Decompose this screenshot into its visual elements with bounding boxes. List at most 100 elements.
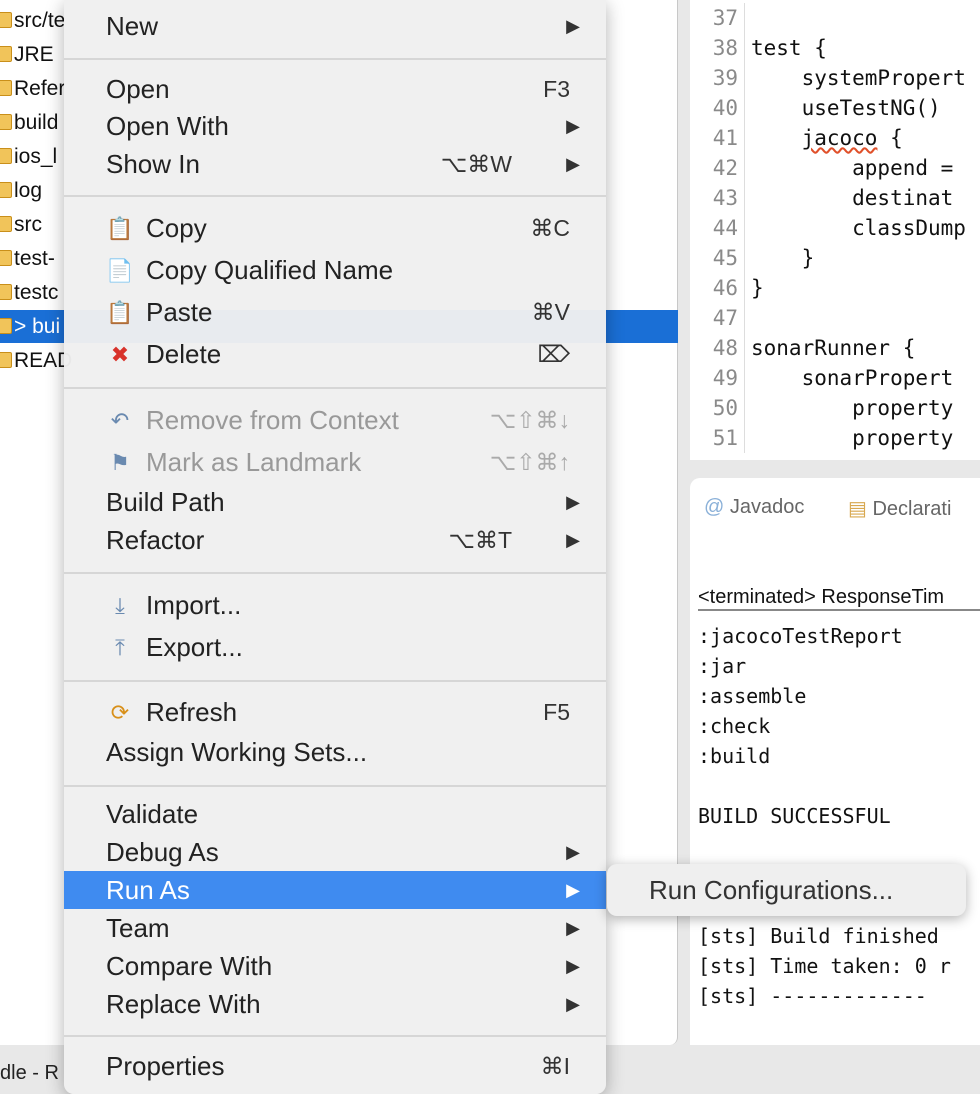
menu-item-label: Validate [106,799,199,829]
code-text: systemPropert [751,66,966,90]
menu-item-open[interactable]: Open F3 [64,70,606,108]
declaration-icon: ▤ [848,498,867,520]
copy-icon: 📋 [106,216,134,241]
console-line: :build [698,744,771,768]
menu-item-label: Team [106,913,170,943]
menu-item-label: Mark as Landmark [146,447,362,477]
shortcut-label: ⌥⌘T [448,527,512,553]
bottom-panel: @ Javadoc ▤ Declarati <terminated> Respo… [690,478,980,1045]
menu-item-compare-with[interactable]: Compare With ▶ [64,947,606,985]
menu-item-build-path[interactable]: Build Path ▶ [64,483,606,521]
menu-separator [64,58,606,60]
menu-separator [64,195,606,197]
folder-icon [0,250,12,266]
shortcut-label: ⌥⌘W [440,151,512,177]
submenu-arrow-icon: ▶ [566,994,580,1014]
landmark-icon: ⚑ [110,450,130,475]
submenu-arrow-icon: ▶ [566,530,580,550]
menu-item-label: Refresh [146,697,238,727]
shortcut-label: F5 [543,699,570,725]
line-number: 42 [690,153,745,183]
menu-item-label: Debug As [106,837,219,867]
menu-item-label: Import... [146,590,242,620]
menu-item-refresh[interactable]: ⟳ Refresh F5 [64,693,606,731]
console-title: <terminated> ResponseTim [698,586,980,611]
shortcut-label: ⌘V [531,299,570,325]
copy-qualified-name-icon: 📄 [106,258,134,283]
code-line: 41 jacoco { [690,123,903,153]
refresh-icon: ⟳ [110,700,130,725]
menu-item-label: Compare With [106,951,273,981]
menu-item-show-in[interactable]: Show In ⌥⌘W ▶ [64,145,606,183]
selected-row-highlight [606,310,673,342]
submenu-arrow-icon: ▶ [566,956,580,976]
line-number: 38 [690,33,745,63]
code-editor[interactable]: 37 38 test {39 systemPropert 40 useTestNG()… [690,0,980,460]
export-icon: ⤒ [115,635,125,660]
menu-item-refactor[interactable]: Refactor ⌥⌘T ▶ [64,521,606,559]
tree-item-label: JRE [14,43,54,66]
menu-item-copy[interactable]: 📋 Copy ⌘C [64,209,606,247]
submenu-item-run-configurations[interactable]: Run Configurations... [607,864,966,916]
shortcut-label: F3 [543,76,570,102]
submenu-arrow-icon: ▶ [566,492,580,512]
context-menu: New ▶ Open F3 Open With ▶ Show In ⌥⌘W ▶ 📋 Copy ⌘C 📄 C… [64,0,606,1094]
menu-item-debug-as[interactable]: Debug As ▶ [64,833,606,871]
code-line: 46} [690,273,764,303]
folder-icon [0,216,12,232]
menu-item-new[interactable]: New ▶ [64,7,606,45]
status-bar-text: dle - R [0,1062,59,1084]
code-text: jacoco { [801,126,903,150]
code-line: 48 sonarRunner { [690,333,915,363]
line-number: 43 [690,183,745,213]
menu-item-replace-with[interactable]: Replace With ▶ [64,985,606,1023]
tree-item-label: Refer [14,77,66,100]
tree-item-label: ios_l [14,145,58,168]
at-icon: @ [704,496,725,518]
tab-javadoc[interactable]: @ Javadoc [704,496,804,519]
import-icon: ⤓ [115,593,125,618]
menu-item-import[interactable]: ⤓ Import... [64,586,606,624]
code-line: 51 property [690,423,953,453]
submenu-arrow-icon: ▶ [566,116,580,136]
line-number: 47 [690,303,745,333]
menu-separator [64,387,606,389]
menu-item-team[interactable]: Team ▶ [64,909,606,947]
line-number: 44 [690,213,745,243]
menu-separator [64,680,606,682]
code-line: 39 systemPropert [690,63,966,93]
shortcut-label: ⌦ [537,341,570,367]
line-number: 37 [690,3,745,33]
code-line: 45 } [690,243,814,273]
tab-declaration[interactable]: ▤ Declarati [848,496,951,521]
menu-item-remove-from-context: ↶ Remove from Context ⌥⇧⌘↓ [64,401,606,439]
console-line: BUILD SUCCESSFUL [698,804,891,828]
menu-item-label: Copy [146,213,207,243]
code-text: useTestNG() [751,96,941,120]
submenu-arrow-icon: ▶ [566,16,580,36]
menu-item-run-as[interactable]: Run As ▶ [64,871,606,909]
menu-item-properties[interactable]: Properties ⌘I [64,1047,606,1085]
menu-item-assign-working-sets[interactable]: Assign Working Sets... [64,733,606,771]
code-line: 38 test { [690,33,827,63]
menu-item-copy-qualified-name[interactable]: 📄 Copy Qualified Name [64,251,606,289]
menu-item-open-with[interactable]: Open With ▶ [64,107,606,145]
code-text: } [751,246,815,270]
code-line: 43 destinat [690,183,953,213]
menu-separator [64,572,606,574]
menu-item-label: Copy Qualified Name [146,255,394,285]
menu-item-validate[interactable]: Validate [64,795,606,833]
line-number: 46 [690,273,745,303]
menu-item-delete[interactable]: ✖ Delete ⌦ [64,335,606,373]
menu-item-export[interactable]: ⤒ Export... [64,628,606,666]
tree-item-label: log [14,179,43,202]
console-line: [sts] Build finished [698,924,939,948]
menu-item-paste[interactable]: 📋 Paste ⌘V [64,293,606,331]
menu-item-label: Remove from Context [146,405,399,435]
tree-item-label: testc [14,281,59,304]
code-text: sonarRunner { [751,336,916,360]
shortcut-label: ⌥⇧⌘↑ [489,449,570,475]
menu-item-label: Refactor [106,525,205,555]
